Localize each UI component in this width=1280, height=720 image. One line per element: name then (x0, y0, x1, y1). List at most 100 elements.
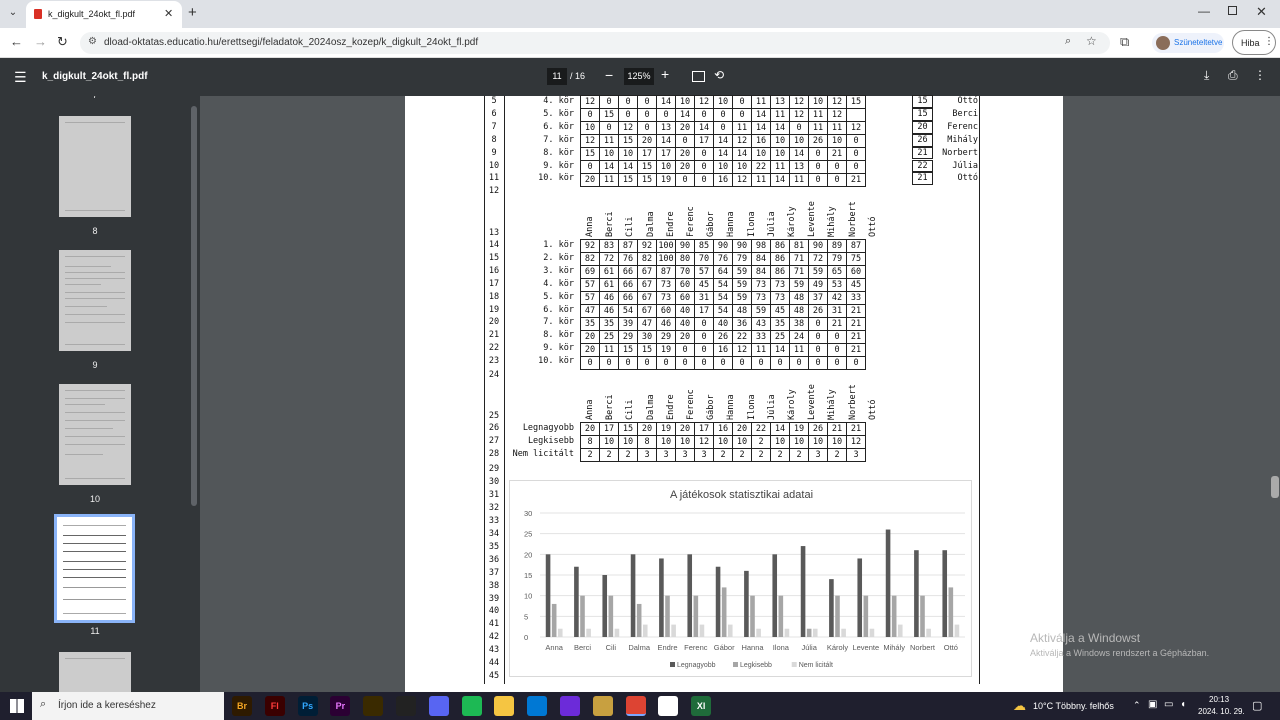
thumb-label: 11 (90, 626, 100, 636)
zoom-in-icon[interactable]: + (661, 66, 669, 82)
tab-search-icon[interactable]: ⌄ (6, 7, 20, 21)
minimize-icon[interactable]: — (1198, 4, 1210, 18)
thumb-label: 9 (92, 360, 98, 370)
visual-studio-icon[interactable] (560, 696, 580, 716)
pdf-toolbar: ☰ k_digkult_24okt_fl.pdf 11 / 16 − 125% … (0, 58, 1280, 96)
excel-icon[interactable]: Xl (691, 696, 712, 716)
x-tick-label: Norbert (910, 643, 936, 652)
bar-legkisebb (835, 595, 840, 637)
thumbnail-page-11[interactable] (54, 514, 135, 623)
thumbnail-page-10[interactable] (59, 384, 131, 485)
bar-legnagyobb (772, 554, 778, 637)
extensions-icon[interactable]: ⧉ (1120, 34, 1129, 50)
sidebar-scrollbar[interactable] (191, 106, 197, 506)
y-tick-label: 20 (524, 550, 532, 559)
zoom-out-icon[interactable]: − (605, 67, 613, 83)
site-info-icon[interactable]: ⚙ (88, 36, 97, 47)
app-icon[interactable] (658, 696, 679, 716)
discord-icon[interactable] (428, 696, 449, 716)
reload-icon[interactable]: ↻ (57, 34, 68, 50)
x-tick-label: Gábor (714, 643, 735, 652)
x-tick-label: Hanna (741, 643, 764, 652)
flash-icon[interactable]: Fl (264, 696, 285, 716)
weather-text[interactable]: 10°C Többny. felhős (1033, 701, 1114, 711)
taskbar: ⌕ Írjon ide a kereséshez ☁ 10°C Többny. … (0, 692, 1280, 720)
profile-label: Szüneteltetve (1174, 38, 1223, 47)
back-icon[interactable]: ← (10, 34, 23, 49)
app-icon[interactable] (363, 696, 384, 716)
thumbnail-page-12[interactable] (59, 652, 131, 692)
tray-chevron-icon[interactable]: ⌃ (1133, 700, 1141, 711)
y-tick-label: 5 (524, 612, 528, 621)
hamburger-menu-icon[interactable]: ☰ (14, 69, 27, 86)
network-icon[interactable]: ▣ (1148, 699, 1157, 710)
bar-legkisebb (665, 595, 670, 637)
premiere-icon[interactable]: Pr (330, 696, 351, 716)
spotify-icon[interactable] (461, 696, 482, 716)
clock-date[interactable]: 2024. 10. 29. (1198, 707, 1245, 716)
bookmark-star-icon[interactable]: ☆ (1086, 34, 1097, 48)
search-placeholder: Írjon ide a kereséshez (58, 700, 156, 711)
y-tick-label: 25 (524, 530, 532, 539)
bar-legnagyobb (574, 566, 579, 637)
windows-watermark-title: Aktiválja a Windowst (1030, 631, 1141, 645)
thumbnail-page-8[interactable] (59, 116, 131, 217)
calculator-icon[interactable] (592, 696, 613, 716)
legend-swatch (791, 662, 797, 667)
bar-legnagyobb (630, 554, 636, 637)
battery-icon[interactable]: ▭ (1164, 699, 1173, 710)
profile-button[interactable]: Szüneteltetve (1152, 33, 1224, 53)
zoom-icon[interactable]: ⌕ (1065, 35, 1071, 48)
page-number-input[interactable]: 11 (547, 68, 567, 85)
y-tick-label: 10 (524, 592, 532, 601)
download-icon[interactable]: ⤓ (1204, 68, 1209, 83)
notification-icon[interactable]: ▢ (1252, 699, 1262, 712)
close-icon[interactable]: ✕ (164, 7, 173, 20)
legend-entry: Legnagyobb (677, 662, 716, 669)
tab-active[interactable]: k_digkult_24okt_fl.pdf ✕ (26, 1, 182, 28)
bar-nem-licitált (727, 624, 733, 637)
x-tick-label: Anna (545, 643, 563, 652)
bar-legkisebb (863, 595, 869, 637)
url-field[interactable]: ⚙ dload-oktatas.educatio.hu/erettsegi/fe… (80, 32, 1110, 54)
weather-icon[interactable]: ☁ (1013, 698, 1026, 714)
zoom-input[interactable]: 125% (624, 68, 654, 85)
menu-dots-icon[interactable]: ⋮ (1264, 36, 1274, 47)
volume-icon[interactable]: ◖ (1180, 699, 1186, 710)
vscode-icon[interactable] (527, 696, 548, 716)
taskbar-search-input[interactable]: ⌕ Írjon ide a kereséshez (32, 692, 224, 720)
x-tick-label: Ilona (773, 643, 790, 652)
error-button[interactable]: Hiba ⋮ (1232, 30, 1276, 55)
bar-legkisebb (920, 595, 925, 637)
rotate-icon[interactable]: ⟲ (714, 68, 724, 82)
fit-page-icon[interactable] (692, 71, 705, 82)
bar-nem-licitált (586, 628, 591, 637)
bar-legkisebb (891, 595, 897, 637)
new-tab-icon[interactable]: + (188, 4, 197, 21)
windows-start-icon[interactable] (10, 699, 24, 713)
viewer-scrollbar[interactable] (1271, 476, 1279, 498)
print-icon[interactable]: ⎙ (1228, 68, 1238, 83)
thumb-label: 8 (92, 226, 98, 236)
obs-icon[interactable] (396, 696, 416, 716)
url-text: dload-oktatas.educatio.hu/erettsegi/fela… (104, 37, 479, 48)
bar-legnagyobb (687, 554, 693, 637)
bar-legnagyobb (829, 579, 834, 637)
forward-icon[interactable]: → (34, 34, 47, 49)
bar-nem-licitált (926, 628, 931, 637)
clock-time[interactable]: 20:13 (1209, 695, 1229, 704)
bridge-icon[interactable]: Br (232, 696, 252, 716)
pdf-title: k_digkult_24okt_fl.pdf (42, 71, 148, 82)
more-options-icon[interactable]: ⋮ (1254, 68, 1266, 82)
bar-legkisebb (750, 595, 755, 637)
maximize-icon[interactable] (1228, 6, 1237, 15)
y-tick-label: 30 (524, 509, 532, 518)
photoshop-icon[interactable]: Ps (297, 696, 318, 716)
x-tick-label: Dalma (628, 643, 651, 652)
pdf-icon (34, 9, 42, 19)
file-explorer-icon[interactable] (494, 696, 515, 716)
chrome-icon[interactable] (625, 696, 646, 716)
thumbnail-page-9[interactable] (59, 250, 131, 351)
close-window-icon[interactable]: ✕ (1256, 4, 1267, 20)
legend-swatch (670, 662, 675, 667)
